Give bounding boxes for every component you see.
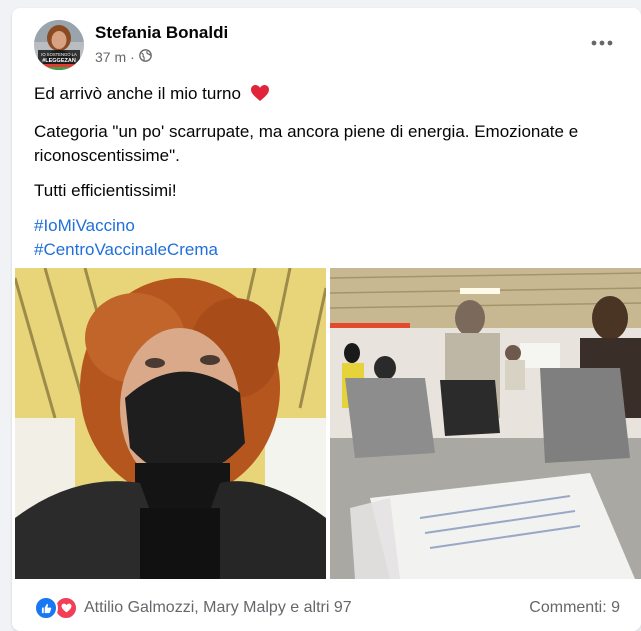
author-avatar[interactable]: IO SOSTENGO LA #LEGGEZAN [34,20,84,70]
selfie-photo[interactable] [15,268,326,579]
avatar-badge-line1: IO SOSTENGO LA [41,52,77,57]
post-line-3: Tutti efficientissimi! [34,181,177,200]
waiting-room-photo[interactable] [330,268,641,579]
reaction-icons [34,596,78,620]
more-options-button[interactable] [585,32,619,54]
reactions-summary[interactable]: Attilio Galmozzi, Mary Malpy e altri 97 [34,596,352,620]
post-card: IO SOSTENGO LA #LEGGEZAN Stefania Bonald… [12,8,641,631]
post-line-1: Ed arrivò anche il mio turno [34,82,629,109]
author-name[interactable]: Stefania Bonaldi [95,23,228,43]
post-time[interactable]: 37 m [95,49,126,65]
reactions-text: Attilio Galmozzi, Mary Malpy e altri 97 [84,599,352,616]
post-line-1-text: Ed arrivò anche il mio turno [34,84,241,103]
avatar-image: IO SOSTENGO LA #LEGGEZAN [34,20,84,70]
post-body: Ed arrivò anche il mio turno Categoria "… [34,82,629,262]
photo-grid [15,268,641,579]
post-footer: Attilio Galmozzi, Mary Malpy e altri 97 … [34,594,620,622]
comments-count-link[interactable]: Commenti: 9 [529,599,620,617]
post-meta: 37 m · [95,49,152,65]
hashtag-link[interactable]: #CentroVaccinaleCrema [34,238,629,262]
hashtag-list: #IoMiVaccino #CentroVaccinaleCrema [34,214,629,262]
hashtag-link[interactable]: #IoMiVaccino [34,214,629,238]
red-heart-icon [250,84,270,109]
more-dots-icon [591,40,613,46]
globe-icon [138,49,152,65]
avatar-badge-line2: #LEGGEZAN [42,58,76,64]
post-line-2: Categoria "un po' scarrupate, ma ancora … [34,122,579,165]
like-icon [34,596,58,620]
meta-separator: · [130,49,135,65]
